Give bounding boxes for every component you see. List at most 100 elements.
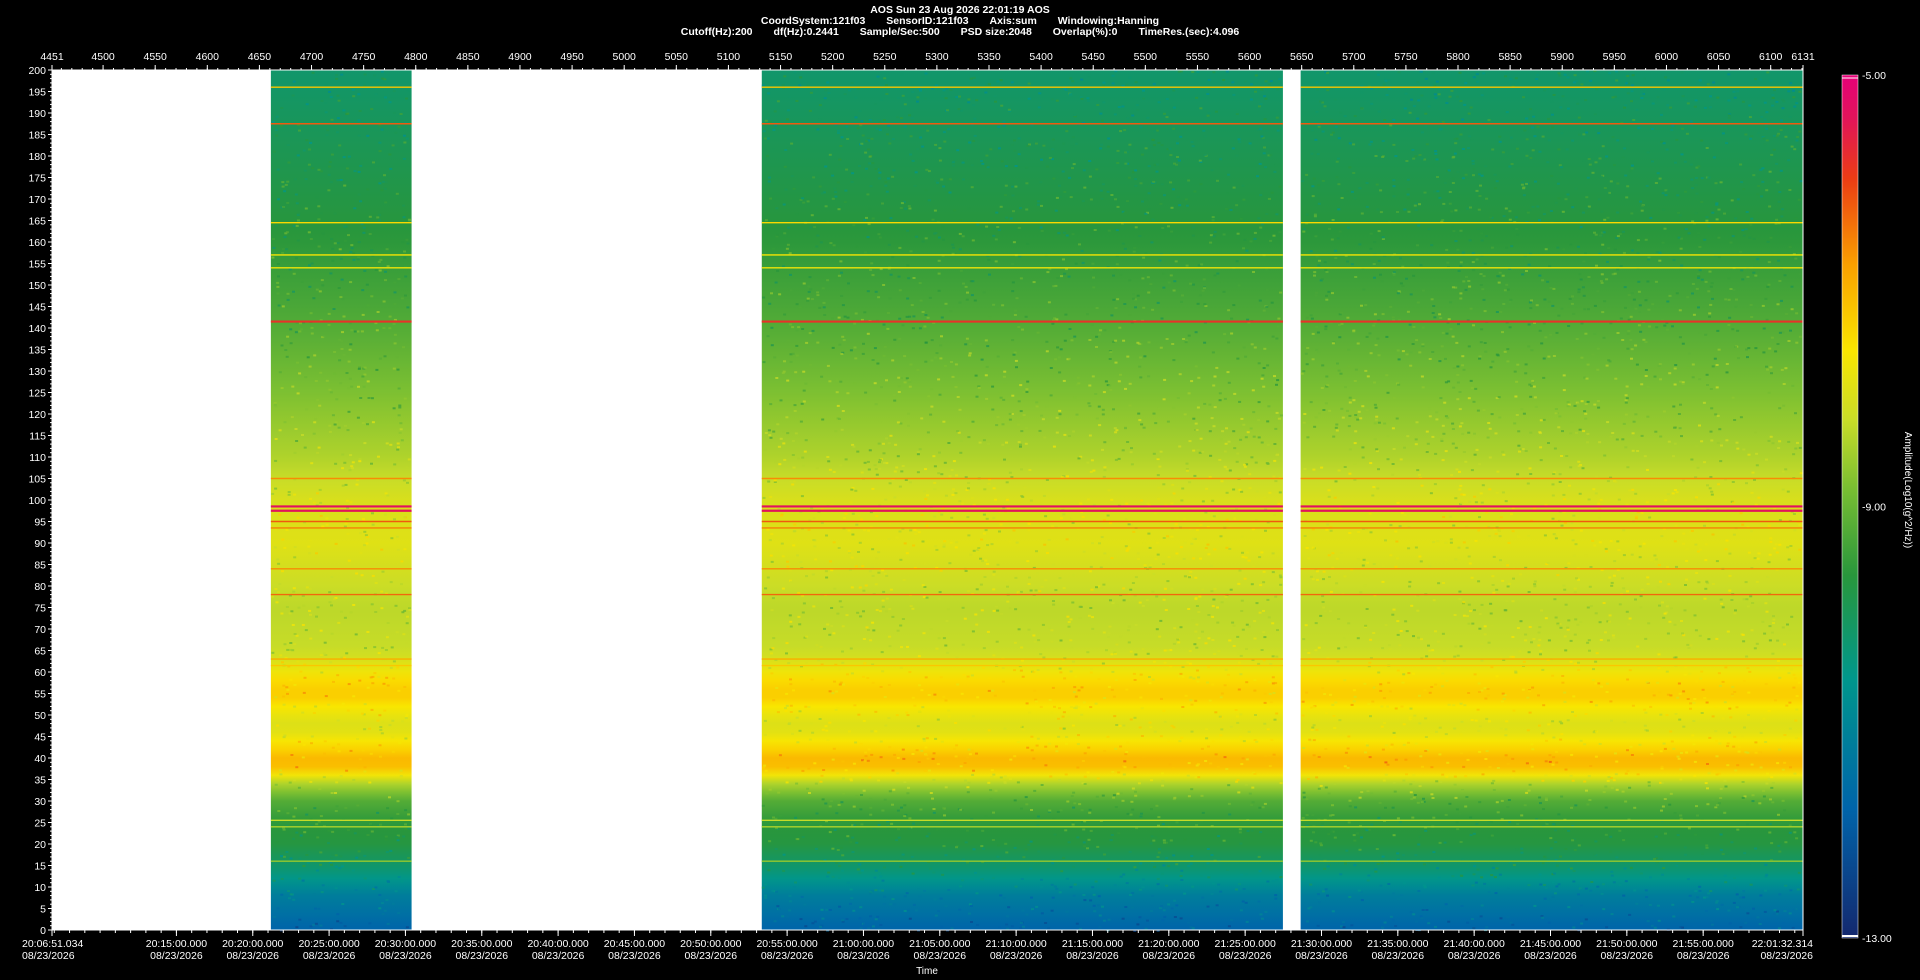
speckle xyxy=(1041,418,1045,421)
speckle xyxy=(289,678,293,681)
speckle xyxy=(1082,701,1086,704)
speckle xyxy=(1238,883,1241,886)
speckle xyxy=(389,666,393,669)
speckle xyxy=(1233,447,1237,450)
speckle xyxy=(1157,141,1161,144)
speckle xyxy=(840,801,844,804)
speckle xyxy=(980,878,984,881)
speckle xyxy=(1134,226,1138,229)
speckle xyxy=(1254,518,1258,521)
speckle xyxy=(839,260,843,263)
speckle xyxy=(1624,413,1628,416)
speckle xyxy=(286,180,290,183)
speckle xyxy=(1223,397,1227,400)
speckle xyxy=(1212,235,1216,238)
speckle xyxy=(871,487,875,490)
speckle xyxy=(1432,816,1436,819)
speckle xyxy=(990,769,994,772)
speckle xyxy=(1261,806,1265,809)
speckle xyxy=(926,431,930,434)
speckle xyxy=(1134,653,1138,656)
speckle xyxy=(1158,635,1162,638)
speckle xyxy=(1201,896,1205,899)
speckle xyxy=(349,454,353,457)
speckle xyxy=(1013,846,1017,849)
speckle xyxy=(366,834,370,836)
speckle xyxy=(1480,904,1484,907)
speckle xyxy=(762,296,766,299)
speckle xyxy=(1011,339,1015,342)
speckle xyxy=(1478,613,1482,615)
speckle xyxy=(1619,317,1623,320)
speckle xyxy=(289,642,293,644)
speckle xyxy=(294,428,298,430)
speckle xyxy=(868,119,872,121)
speckle xyxy=(882,452,886,455)
speckle xyxy=(1062,727,1066,730)
speckle xyxy=(1723,701,1727,704)
speckle xyxy=(1698,548,1702,551)
speckle xyxy=(913,184,917,187)
speckle xyxy=(301,434,304,436)
speckle xyxy=(934,545,938,548)
speckle xyxy=(1321,364,1325,367)
speckle xyxy=(305,586,309,589)
speckle xyxy=(1558,481,1562,483)
speckle xyxy=(1654,182,1658,184)
speckle xyxy=(1142,89,1145,92)
speckle xyxy=(783,458,787,461)
speckle xyxy=(981,560,985,563)
speckle xyxy=(1074,705,1078,708)
speckle xyxy=(1199,183,1203,186)
speckle xyxy=(1239,713,1243,716)
speckle xyxy=(1035,550,1038,553)
speckle xyxy=(1630,167,1634,170)
speckle xyxy=(954,363,958,366)
speckle xyxy=(353,207,357,210)
speckle xyxy=(1088,339,1092,341)
speckle xyxy=(1051,148,1055,151)
speckle xyxy=(1253,772,1257,775)
speckle xyxy=(956,430,960,433)
speckle xyxy=(1097,405,1101,408)
speckle xyxy=(1107,137,1111,140)
speckle xyxy=(933,488,937,491)
speckle xyxy=(888,746,892,749)
speckle xyxy=(1216,621,1220,624)
speckle xyxy=(280,344,284,347)
speckle xyxy=(1111,771,1115,773)
speckle xyxy=(282,695,286,698)
speckle xyxy=(1506,762,1510,765)
speckle xyxy=(1638,311,1642,313)
speckle xyxy=(964,570,968,572)
speckle xyxy=(949,89,953,92)
speckle xyxy=(872,925,875,928)
plot-area[interactable] xyxy=(52,70,1803,932)
speckle xyxy=(984,374,988,377)
speckle xyxy=(853,346,857,349)
speckle xyxy=(351,88,355,91)
speckle xyxy=(1112,695,1116,698)
speckle xyxy=(1029,589,1033,592)
speckle xyxy=(1241,628,1245,631)
speckle xyxy=(1206,905,1210,908)
speckle xyxy=(299,670,303,673)
speckle xyxy=(912,903,916,906)
speckle xyxy=(1092,469,1096,472)
speckle xyxy=(1522,96,1525,99)
speckle xyxy=(1019,725,1023,728)
speckle xyxy=(1211,639,1215,641)
speckle xyxy=(403,250,406,253)
speckle xyxy=(294,807,297,810)
speckle xyxy=(299,328,303,331)
speckle xyxy=(1416,469,1420,472)
spectrogram-chart[interactable]: 0510152025303540455055606570758085909510… xyxy=(0,0,1920,980)
speckle xyxy=(873,876,877,879)
speckle xyxy=(848,730,851,733)
speckle xyxy=(1106,735,1110,738)
speckle xyxy=(1781,331,1785,334)
speckle xyxy=(882,903,886,905)
speckle xyxy=(1179,672,1183,675)
speckle xyxy=(1159,619,1163,622)
speckle xyxy=(377,219,381,222)
